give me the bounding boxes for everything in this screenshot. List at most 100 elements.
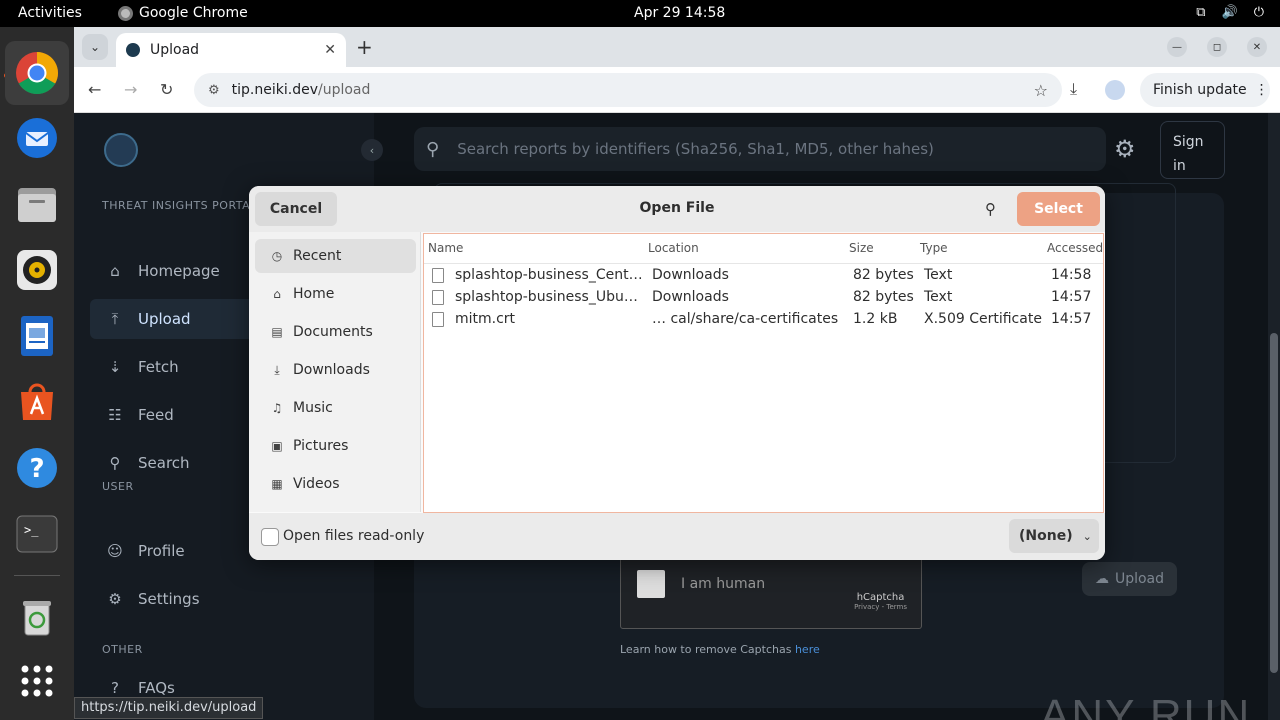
tab-title: Upload: [150, 42, 200, 58]
page-scrollbar[interactable]: [1268, 113, 1280, 720]
finish-update-button[interactable]: Finish update ⋮: [1140, 73, 1270, 107]
file-location: … cal/share/ca-certificates: [652, 311, 839, 327]
finish-update-label: Finish update: [1153, 82, 1247, 98]
activities-button[interactable]: Activities: [18, 5, 82, 21]
search-icon: ⚲: [109, 454, 121, 472]
tab-upload[interactable]: Upload ✕: [116, 33, 346, 67]
file-location: Downloads: [652, 267, 729, 283]
search-icon: ⚲: [426, 138, 440, 160]
clock[interactable]: Apr 29 14:58: [634, 5, 725, 21]
gear-icon: ⚙: [108, 590, 122, 608]
app-grid-icon: [21, 665, 53, 697]
download-icon[interactable]: ⤓: [1070, 79, 1077, 99]
place-downloads[interactable]: ⤓ Downloads: [255, 353, 416, 387]
search-icon[interactable]: ⚲: [985, 200, 996, 218]
file-name: mitm.crt: [455, 311, 516, 327]
dock-files[interactable]: [13, 180, 61, 228]
file-type: X.509 Certificate: [924, 311, 1042, 327]
dock-terminal[interactable]: >_: [13, 510, 61, 558]
captcha-checkbox[interactable]: [637, 570, 665, 598]
sign-in-button[interactable]: Sign in: [1160, 121, 1225, 179]
rhythmbox-icon: [17, 250, 57, 290]
favicon-icon: [126, 43, 140, 57]
column-type[interactable]: Type: [920, 241, 948, 255]
close-window-icon[interactable]: ✕: [1247, 37, 1267, 57]
dock-help[interactable]: ?: [13, 444, 61, 492]
chevron-down-icon: ⌄: [89, 40, 101, 54]
power-icon: ⏻: [1253, 5, 1264, 20]
column-location[interactable]: Location: [648, 241, 699, 255]
place-recent[interactable]: ◷ Recent: [255, 239, 416, 273]
text-file-icon: [432, 290, 444, 305]
scrollbar-thumb[interactable]: [1270, 333, 1278, 673]
dock-thunderbird[interactable]: [13, 114, 61, 162]
captcha-hint-link[interactable]: here: [795, 643, 820, 656]
place-label: Videos: [293, 476, 340, 492]
captcha-hint-text: Learn how to remove Captchas: [620, 643, 792, 656]
reload-icon[interactable]: ↻: [160, 80, 173, 99]
file-filter-dropdown[interactable]: (None) ⌄: [1009, 519, 1099, 553]
place-home[interactable]: ⌂ Home: [255, 277, 416, 311]
back-icon[interactable]: ←: [88, 80, 101, 99]
place-music[interactable]: ♫ Music: [255, 391, 416, 425]
new-tab-icon[interactable]: +: [356, 35, 373, 59]
minimize-icon[interactable]: —: [1167, 37, 1187, 57]
file-accessed: 14:57: [1051, 311, 1092, 327]
upload-icon: ⤒: [111, 310, 119, 328]
dock-writer[interactable]: [13, 312, 61, 360]
dock-rhythmbox[interactable]: [13, 246, 61, 294]
report-search-input[interactable]: ⚲ Search reports by identifiers (Sha256,…: [414, 127, 1106, 171]
dock-chrome[interactable]: [5, 41, 69, 105]
file-row[interactable]: splashtop-business_Cent… Downloads 82 by…: [424, 264, 1103, 286]
dock-app-center[interactable]: [13, 378, 61, 426]
place-label: Pictures: [293, 438, 349, 454]
file-accessed: 14:57: [1051, 289, 1092, 305]
help-icon: ?: [17, 448, 57, 488]
read-only-checkbox[interactable]: [261, 528, 279, 546]
file-row[interactable]: splashtop-business_Ubu… Downloads 82 byt…: [424, 286, 1103, 308]
captcha-links[interactable]: Privacy - Terms: [854, 603, 907, 611]
read-only-label[interactable]: Open files read-only: [283, 528, 424, 544]
upload-button[interactable]: ☁ Upload: [1082, 562, 1177, 596]
address-bar[interactable]: ⚙ tip.neiki.dev/upload ☆: [194, 73, 1062, 107]
place-label: Documents: [293, 324, 373, 340]
site-info-icon[interactable]: ⚙: [208, 83, 220, 98]
bookmark-star-icon[interactable]: ☆: [1034, 81, 1048, 100]
system-tray[interactable]: ⧉ 🔊 ⏻: [1196, 5, 1264, 20]
network-icon: ⧉: [1196, 5, 1206, 20]
chrome-icon: [16, 51, 59, 95]
dock-trash[interactable]: [13, 593, 61, 641]
forward-icon[interactable]: →: [124, 80, 137, 99]
place-pictures[interactable]: ▣ Pictures: [255, 429, 416, 463]
home-icon: ⌂: [110, 262, 120, 280]
tab-search-button[interactable]: ⌄: [82, 34, 108, 60]
clock-icon: ◷: [271, 249, 283, 263]
file-row[interactable]: mitm.crt … cal/share/ca-certificates 1.2…: [424, 308, 1103, 330]
close-tab-icon[interactable]: ✕: [324, 42, 336, 58]
column-accessed[interactable]: Accessed: [1047, 241, 1103, 255]
profile-avatar[interactable]: [1105, 80, 1125, 100]
collapse-sidebar-icon[interactable]: ‹: [361, 139, 383, 161]
more-menu-icon[interactable]: ⋮: [1255, 82, 1269, 98]
file-size: 1.2 kB: [853, 311, 898, 327]
sign-in-label-1: Sign: [1173, 134, 1204, 150]
site-logo[interactable]: [104, 133, 138, 167]
place-label: Recent: [293, 248, 342, 264]
column-name[interactable]: Name: [428, 241, 463, 255]
sidebar-item-settings[interactable]: ⚙ Settings: [90, 579, 360, 619]
column-size[interactable]: Size: [849, 241, 874, 255]
maximize-icon[interactable]: ◻: [1207, 37, 1227, 57]
cancel-button[interactable]: Cancel: [255, 192, 337, 226]
app-menu[interactable]: Google Chrome: [118, 5, 248, 21]
dock-app-grid[interactable]: [13, 657, 61, 705]
terminal-icon: >_: [16, 515, 58, 553]
faq-icon: ?: [111, 679, 119, 697]
file-size: 82 bytes: [853, 289, 914, 305]
settings-gear-icon[interactable]: ⚙: [1114, 135, 1136, 163]
place-videos[interactable]: ▦ Videos: [255, 467, 416, 501]
captcha-label: I am human: [681, 576, 766, 592]
url-host: tip.neiki.dev: [231, 82, 318, 98]
place-documents[interactable]: ▤ Documents: [255, 315, 416, 349]
file-list-header: Name Location Size Type Accessed: [424, 234, 1103, 264]
select-button[interactable]: Select: [1017, 192, 1100, 226]
